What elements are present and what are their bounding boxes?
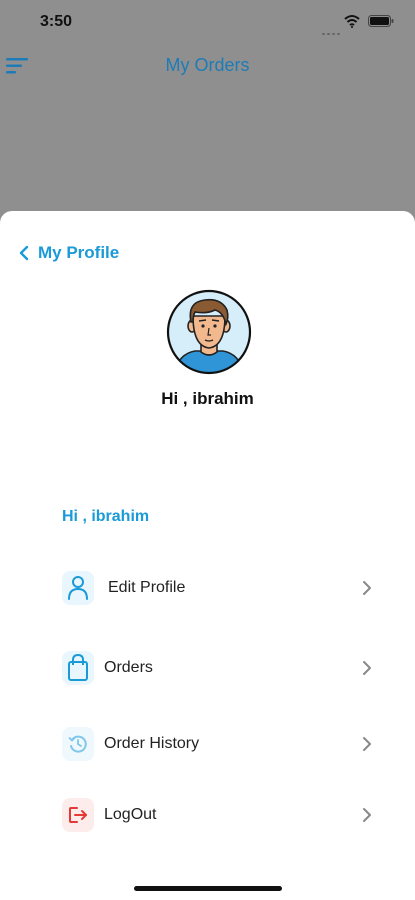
- home-indicator[interactable]: [134, 886, 282, 891]
- menu-item-edit-profile[interactable]: Edit Profile: [62, 568, 382, 608]
- user-icon: [62, 571, 94, 605]
- menu-item-label: Edit Profile: [108, 579, 186, 596]
- menu-item-label: LogOut: [104, 806, 157, 823]
- chevron-right-icon: [363, 581, 371, 595]
- menu-item-order-history[interactable]: Order History: [62, 724, 382, 764]
- back-button[interactable]: My Profile: [18, 243, 119, 263]
- status-time: 3:50: [40, 13, 73, 30]
- chevron-right-icon: [363, 737, 371, 751]
- chevron-right-icon: [363, 808, 371, 822]
- logout-icon: [62, 798, 94, 832]
- avatar: [166, 289, 252, 375]
- chevron-right-icon: [363, 661, 371, 675]
- menu-item-orders[interactable]: Orders: [62, 648, 382, 688]
- shopping-bag-icon: [62, 651, 94, 685]
- page-title: My Orders: [165, 55, 250, 75]
- back-label: My Profile: [38, 243, 120, 262]
- menu-item-label: Orders: [104, 659, 153, 676]
- nav-bar: My Orders: [0, 44, 415, 88]
- wifi-icon: [344, 15, 360, 28]
- battery-icon: [368, 15, 394, 27]
- signal-icon: [322, 22, 342, 40]
- profile-sheet: My Profile Hi , ibrahim Hi , ibrahim Edi…: [0, 211, 415, 900]
- menu-item-label: Order History: [104, 735, 200, 752]
- menu-item-logout[interactable]: LogOut: [62, 795, 382, 835]
- chevron-left-icon: [19, 245, 29, 261]
- greeting-title: Hi , ibrahim: [161, 389, 254, 408]
- status-bar: 3:50: [0, 0, 415, 44]
- history-icon: [62, 727, 94, 761]
- greeting-subtitle: Hi , ibrahim: [62, 508, 150, 525]
